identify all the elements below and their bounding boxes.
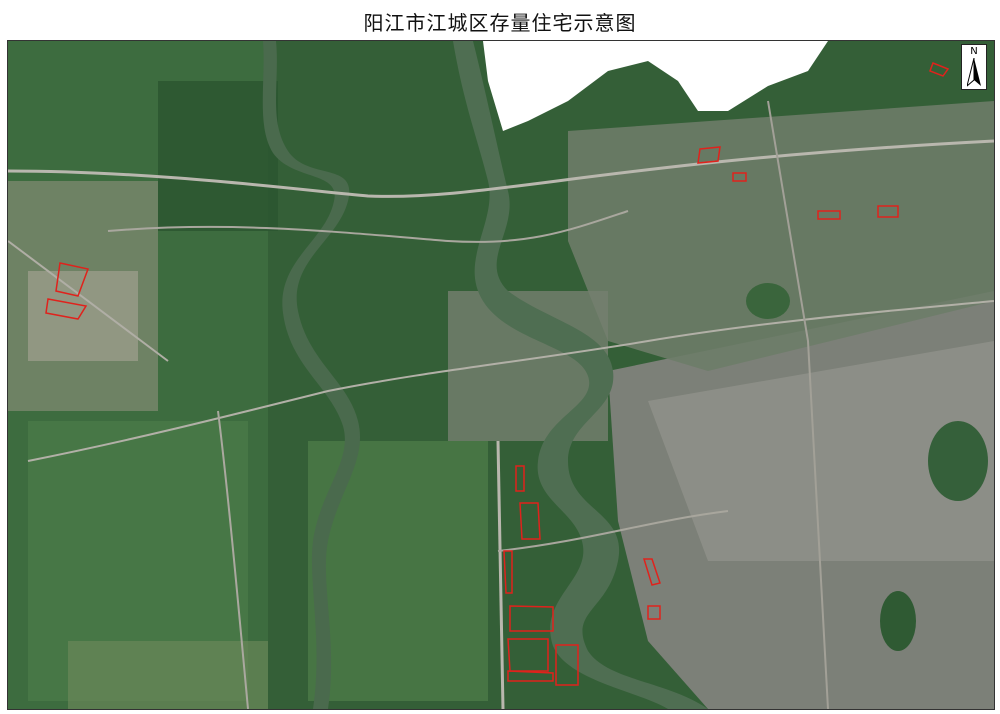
city-park-south — [880, 591, 916, 651]
map-title: 阳江市江城区存量住宅示意图 — [363, 11, 637, 35]
satellite-imagery — [8, 41, 994, 709]
map-page: 阳江市江城区存量住宅示意图 N — [0, 0, 1000, 714]
north-arrow-icon — [967, 58, 981, 87]
south-farmland — [68, 641, 268, 709]
city-park-east — [928, 421, 988, 501]
north-arrow: N — [961, 44, 987, 90]
north-hills — [158, 81, 278, 231]
city-park-north — [746, 283, 790, 319]
north-label: N — [970, 46, 978, 57]
satellite-map[interactable] — [7, 40, 995, 710]
